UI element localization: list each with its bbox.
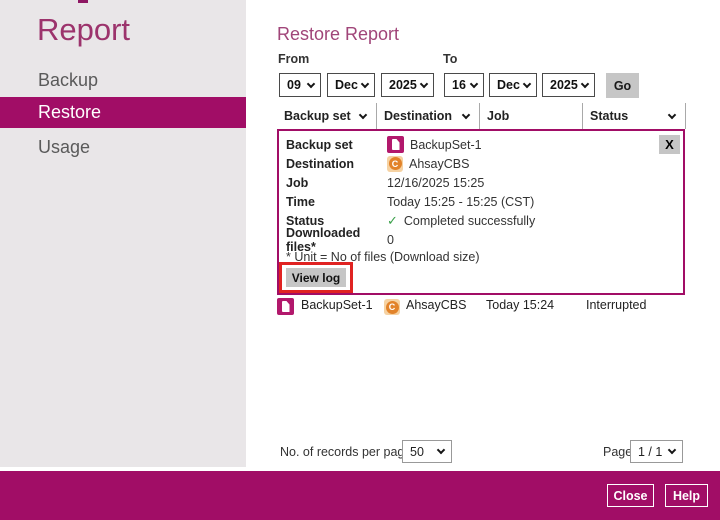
backupset-icon [387, 136, 404, 153]
panel-value: Today 15:25 - 15:25 (CST) [387, 195, 534, 209]
filter-label: Backup set [284, 109, 351, 123]
row-status: Interrupted [586, 298, 646, 312]
filter-label: Status [590, 109, 628, 123]
sidebar-item-restore[interactable]: Restore [0, 97, 248, 128]
to-day-select[interactable]: 16 [444, 73, 484, 97]
panel-value: 0 [387, 233, 394, 247]
ahsaycbs-icon: C [384, 299, 400, 315]
view-log-highlight-box: View log [279, 262, 353, 293]
sidebar: Report Backup Restore Usage [0, 0, 246, 467]
records-per-page-select[interactable]: 50 [402, 440, 452, 463]
panel-row-time: Time Today 15:25 - 15:25 (CST) [286, 192, 534, 211]
close-panel-button[interactable]: X [659, 135, 680, 154]
chevron-down-icon [361, 79, 369, 87]
chevron-down-icon [420, 79, 428, 87]
chevron-down-icon [437, 446, 445, 454]
help-button[interactable]: Help [665, 484, 708, 507]
chevron-down-icon [668, 110, 676, 118]
records-per-page-value: 50 [410, 445, 424, 459]
view-log-button[interactable]: View log [286, 268, 346, 287]
row-destination: AhsayCBS [406, 298, 466, 312]
chevron-down-icon [359, 110, 367, 118]
chevron-down-icon [462, 110, 470, 118]
filter-label: Job [487, 109, 509, 123]
chevron-down-icon [668, 446, 676, 454]
footer-bar: Close Help [0, 471, 720, 520]
to-year-select[interactable]: 2025 [542, 73, 595, 97]
panel-label: Time [286, 195, 387, 209]
records-per-page-label: No. of records per page [280, 445, 411, 459]
to-label: To [443, 52, 457, 66]
panel-row-downloaded-files: Downloaded files* 0 [286, 230, 394, 249]
filter-status[interactable]: Status [583, 103, 686, 129]
to-day-value: 16 [452, 78, 466, 92]
panel-row-job: Job 12/16/2025 15:25 [286, 173, 484, 192]
page-value: 1 / 1 [638, 445, 662, 459]
panel-row-destination: Destination C AhsayCBS [286, 154, 469, 173]
close-button[interactable]: Close [607, 484, 654, 507]
restore-job-row[interactable]: BackupSet-1 C AhsayCBS Today 15:24 Inter… [277, 296, 686, 318]
sidebar-item-usage[interactable]: Usage [0, 131, 246, 164]
panel-label: Destination [286, 157, 387, 171]
filter-label: Destination [384, 109, 452, 123]
row-backup-set: BackupSet-1 [301, 298, 373, 312]
filter-backup-set[interactable]: Backup set [277, 103, 377, 129]
filter-job[interactable]: Job [480, 103, 583, 129]
page-title: Report [37, 12, 130, 48]
from-day-value: 09 [287, 78, 301, 92]
to-year-value: 2025 [550, 78, 578, 92]
sidebar-item-backup[interactable]: Backup [0, 64, 246, 97]
from-month-value: Dec [335, 78, 358, 92]
go-button[interactable]: Go [606, 73, 639, 98]
page-label: Page [603, 445, 632, 459]
ahsaycbs-icon: C [387, 156, 403, 172]
backupset-icon [277, 298, 294, 315]
to-month-select[interactable]: Dec [489, 73, 537, 97]
panel-row-backup-set: Backup set BackupSet-1 [286, 135, 482, 154]
from-label: From [278, 52, 309, 66]
filter-destination[interactable]: Destination [377, 103, 480, 129]
from-year-value: 2025 [389, 78, 417, 92]
panel-label: Job [286, 176, 387, 190]
filter-header-row: Backup set Destination Job Status [277, 103, 686, 129]
chevron-down-icon [470, 79, 478, 87]
panel-label: Backup set [286, 138, 387, 152]
page-select[interactable]: 1 / 1 [630, 440, 683, 463]
top-edge-mark [78, 0, 88, 3]
panel-value: BackupSet-1 [410, 138, 482, 152]
panel-value: 12/16/2025 15:25 [387, 176, 484, 190]
panel-value: AhsayCBS [409, 157, 469, 171]
chevron-down-icon [523, 79, 531, 87]
panel-value: Completed successfully [404, 214, 535, 228]
to-month-value: Dec [497, 78, 520, 92]
report-window: Report Backup Restore Usage Restore Repo… [0, 0, 720, 520]
from-month-select[interactable]: Dec [327, 73, 375, 97]
from-day-select[interactable]: 09 [279, 73, 321, 97]
restore-report-heading: Restore Report [277, 24, 399, 45]
from-year-select[interactable]: 2025 [381, 73, 434, 97]
success-check-icon: ✓ [387, 213, 398, 229]
restore-detail-panel: X Backup set BackupSet-1 Destination C A… [277, 129, 685, 295]
row-job-time: Today 15:24 [486, 298, 554, 312]
chevron-down-icon [581, 79, 589, 87]
chevron-down-icon [307, 79, 315, 87]
